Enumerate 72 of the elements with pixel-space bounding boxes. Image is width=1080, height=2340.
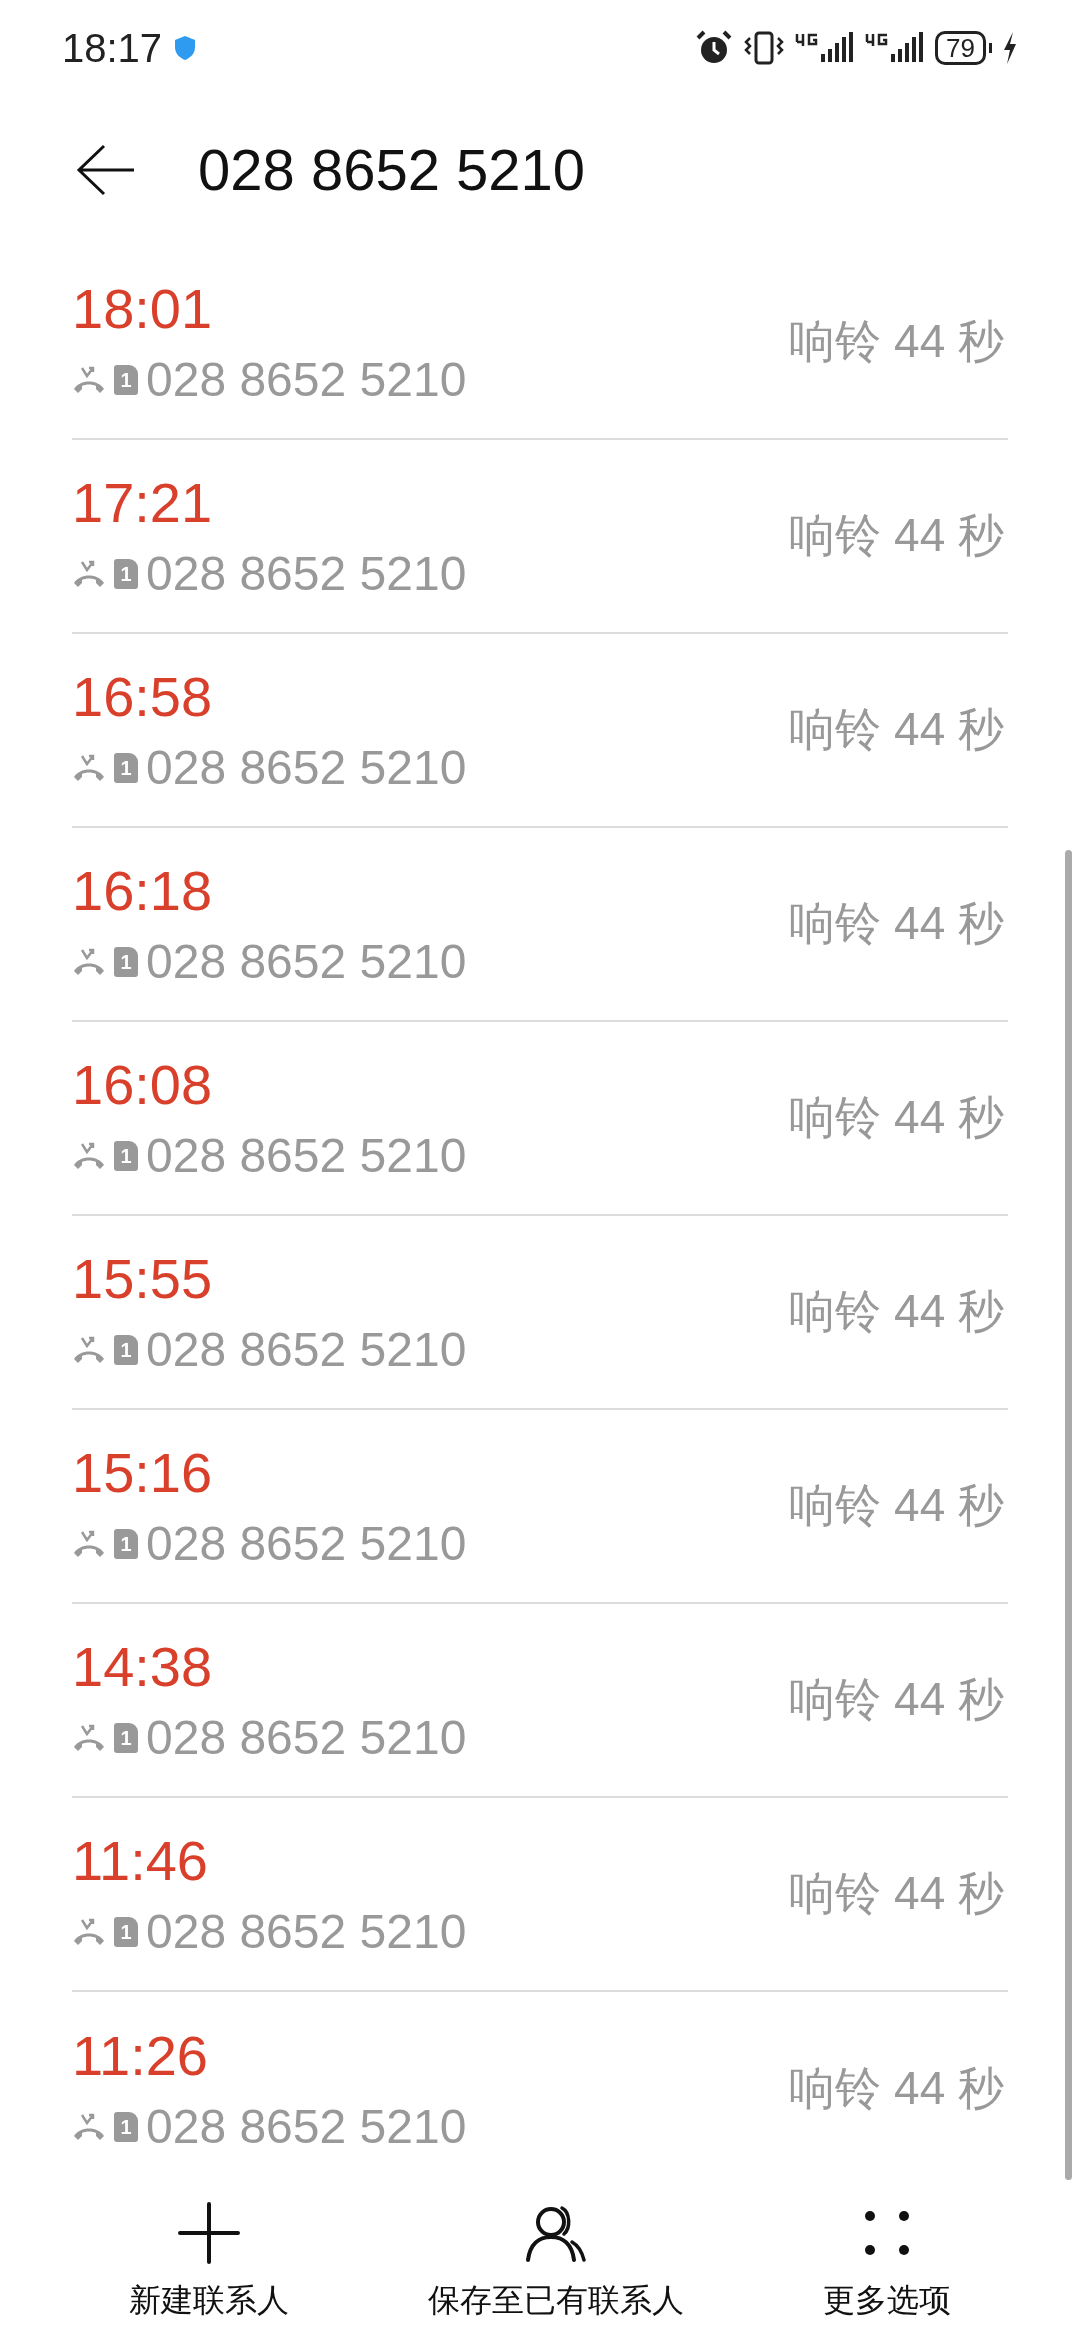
action-button[interactable]: 新建联系人 (129, 2201, 290, 2324)
phone-number: 028 8652 5210 (146, 1321, 467, 1378)
call-log-row[interactable]: 18:01 1 028 8652 5210 响铃 44 秒 (72, 245, 1008, 440)
call-time: 18:01 (72, 275, 214, 342)
missed-call-icon (72, 1916, 106, 1947)
call-time: 15:16 (72, 1439, 214, 1506)
ring-duration: 响铃 44 秒 (789, 2061, 1004, 2117)
call-log-row[interactable]: 16:08 1 028 8652 5210 响铃 44 秒 (72, 1021, 1008, 1216)
phone-number: 028 8652 5210 (146, 1903, 467, 1960)
phone-number: 028 8652 5210 (146, 545, 467, 602)
ring-duration: 响铃 44 秒 (789, 1284, 1004, 1340)
missed-call-icon (72, 752, 106, 783)
call-time: 16:18 (72, 857, 214, 924)
ring-duration: 响铃 44 秒 (789, 1090, 1004, 1146)
phone-number: 028 8652 5210 (146, 1127, 467, 1184)
sim-badge: 1 (114, 752, 138, 783)
sim-badge: 1 (114, 1140, 138, 1171)
missed-call-icon (72, 2111, 106, 2142)
back-icon (76, 143, 136, 196)
missed-call-icon (72, 364, 106, 395)
call-time: 16:08 (72, 1051, 214, 1118)
phone-number: 028 8652 5210 (146, 933, 467, 990)
ring-duration: 响铃 44 秒 (789, 896, 1004, 952)
shield-icon (174, 34, 197, 61)
phone-number: 028 8652 5210 (146, 739, 467, 796)
sim-badge: 1 (114, 1334, 138, 1365)
phone-number: 028 8652 5210 (146, 1515, 467, 1572)
phone-number: 028 8652 5210 (146, 351, 467, 408)
call-time: 16:58 (72, 663, 214, 730)
sim-badge: 1 (114, 1916, 138, 1947)
status-time: 18:17 (62, 24, 163, 72)
call-log-row[interactable]: 14:38 1 028 8652 5210 响铃 44 秒 (72, 1603, 1008, 1798)
call-time: 15:55 (72, 1245, 214, 1312)
phone-number: 028 8652 5210 (146, 2098, 467, 2155)
missed-call-icon (72, 1528, 106, 1559)
call-time: 11:26 (72, 2022, 209, 2089)
call-log-row[interactable]: 15:16 1 028 8652 5210 响铃 44 秒 (72, 1409, 1008, 1604)
sim-badge: 1 (114, 364, 138, 395)
sim-badge: 1 (114, 946, 138, 977)
missed-call-icon (72, 1722, 106, 1753)
action-button[interactable]: 保存至已有联系人 (428, 2201, 684, 2324)
vibrate-icon (743, 29, 786, 66)
sim-badge: 1 (114, 2111, 138, 2142)
ring-duration: 响铃 44 秒 (789, 508, 1004, 564)
missed-call-icon (72, 1140, 106, 1171)
missed-call-icon (72, 558, 106, 589)
charging-icon (1002, 30, 1018, 65)
missed-call-icon (72, 1334, 106, 1365)
call-log-row[interactable]: 11:26 1 028 8652 5210 响铃 44 秒 (72, 1991, 1008, 2186)
call-log-row[interactable]: 16:18 1 028 8652 5210 响铃 44 秒 (72, 827, 1008, 1022)
ring-duration: 响铃 44 秒 (789, 702, 1004, 758)
ring-duration: 响铃 44 秒 (789, 1866, 1004, 1922)
alarm-icon (695, 29, 734, 66)
sim-badge: 1 (114, 1528, 138, 1559)
call-time: 17:21 (72, 469, 214, 536)
ring-duration: 响铃 44 秒 (789, 1672, 1004, 1728)
sim-badge: 1 (114, 1722, 138, 1753)
call-log-row[interactable]: 16:58 1 028 8652 5210 响铃 44 秒 (72, 633, 1008, 828)
missed-call-icon (72, 946, 106, 977)
battery-level: 79 (935, 30, 986, 65)
action-button[interactable]: 更多选项 (822, 2201, 951, 2324)
plus-icon (178, 2201, 241, 2264)
call-time: 14:38 (72, 1633, 214, 1700)
ring-duration: 响铃 44 秒 (789, 314, 1004, 370)
call-time: 11:46 (72, 1827, 209, 1894)
call-log-row[interactable]: 11:46 1 028 8652 5210 响铃 44 秒 (72, 1797, 1008, 1992)
ring-duration: 响铃 44 秒 (789, 1478, 1004, 1534)
page-title: 028 8652 5210 (198, 136, 586, 205)
sim-badge: 1 (114, 558, 138, 589)
phone-number: 028 8652 5210 (146, 1709, 467, 1766)
call-log-row[interactable]: 15:55 1 028 8652 5210 响铃 44 秒 (72, 1215, 1008, 1410)
call-log-row[interactable]: 17:21 1 028 8652 5210 响铃 44 秒 (72, 439, 1008, 634)
